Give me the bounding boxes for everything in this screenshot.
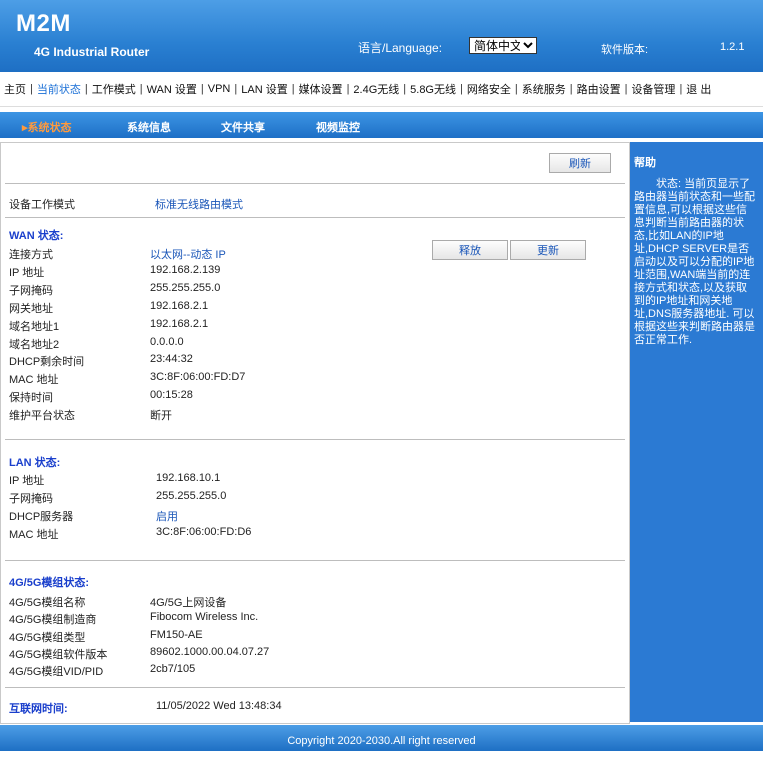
wan-row-value: 192.168.2.1 bbox=[150, 318, 209, 330]
menu-item-current-status[interactable]: 当前状态 bbox=[33, 81, 85, 97]
lan-row-value: 启用 bbox=[156, 511, 178, 523]
wan-section-title: WAN 状态: bbox=[9, 230, 64, 242]
wan-row-label: 子网掩码 bbox=[9, 285, 53, 297]
refresh-button[interactable]: 刷新 bbox=[549, 153, 611, 173]
help-text: 状态: 当前页显示了路由器当前状态和一些配置信息,可以根据这些信息判断当前路由器… bbox=[634, 178, 755, 346]
header-banner: M2M 4G Industrial Router 语言/Language: 简体… bbox=[0, 0, 763, 72]
module-row-value: 89602.1000.00.04.07.27 bbox=[150, 646, 270, 658]
module-row-value: 2cb7/105 bbox=[150, 663, 196, 675]
work-mode-value: 标准无线路由模式 bbox=[155, 199, 243, 211]
product-subtitle: 4G Industrial Router bbox=[34, 45, 150, 59]
tab-system-status[interactable]: ▸系统状态 bbox=[22, 119, 72, 135]
wan-row-value: 23:44:32 bbox=[150, 353, 193, 365]
help-title: 帮助 bbox=[634, 157, 656, 169]
wan-row-value: 以太网--动态 IP bbox=[150, 249, 226, 261]
menu-item-system-services[interactable]: 系统服务 bbox=[518, 81, 570, 97]
internet-time-label: 互联网时间: bbox=[9, 703, 68, 715]
module-row-label: 4G/5G模组制造商 bbox=[9, 614, 97, 626]
sub-navigation: ▸系统状态 系统信息 文件共享 视频监控 bbox=[0, 112, 763, 138]
divider bbox=[5, 183, 625, 184]
wan-row-label: 连接方式 bbox=[9, 249, 53, 261]
menu-item-vpn[interactable]: VPN bbox=[204, 83, 235, 95]
wan-row-value: 255.255.255.0 bbox=[150, 282, 221, 294]
renew-button[interactable]: 更新 bbox=[510, 240, 586, 260]
menu-item-device-management[interactable]: 设备管理 bbox=[627, 81, 679, 97]
status-panel: 刷新 设备工作模式 标准无线路由模式 WAN 状态: 释放 更新 连接方式 以太… bbox=[0, 142, 630, 724]
lan-row-label: IP 地址 bbox=[9, 475, 45, 487]
lan-section-title: LAN 状态: bbox=[9, 457, 61, 469]
wan-row-label: DHCP剩余时间 bbox=[9, 356, 85, 368]
release-button[interactable]: 释放 bbox=[432, 240, 508, 260]
lan-row-label: 子网掩码 bbox=[9, 493, 53, 505]
lan-row-value: 3C:8F:06:00:FD:D6 bbox=[156, 526, 252, 538]
wan-row-value: 192.168.2.139 bbox=[150, 264, 221, 276]
tab-video-monitoring[interactable]: 视频监控 bbox=[316, 119, 360, 135]
brand-logo: M2M bbox=[16, 10, 71, 37]
module-row-label: 4G/5G模组类型 bbox=[9, 632, 86, 644]
software-version-value: 1.2.1 bbox=[720, 41, 745, 53]
wan-row-value: 00:15:28 bbox=[150, 389, 193, 401]
wan-row-label: 网关地址 bbox=[9, 303, 53, 315]
menu-item-route-settings[interactable]: 路由设置 bbox=[573, 81, 625, 97]
internet-time-value: 11/05/2022 Wed 13:48:34 bbox=[156, 700, 282, 712]
wan-row-value: 3C:8F:06:00:FD:D7 bbox=[150, 371, 246, 383]
divider bbox=[5, 560, 625, 561]
menu-item-work-mode[interactable]: 工作模式 bbox=[88, 81, 140, 97]
divider bbox=[5, 439, 625, 440]
wan-row-label: 域名地址2 bbox=[9, 339, 60, 351]
language-select[interactable]: 简体中文 bbox=[469, 37, 537, 54]
wan-row-label: 域名地址1 bbox=[9, 321, 60, 333]
lan-row-value: 255.255.255.0 bbox=[156, 490, 227, 502]
module-row-value: FM150-AE bbox=[150, 629, 203, 641]
menu-item-lan-settings[interactable]: LAN 设置 bbox=[237, 81, 291, 97]
tab-file-sharing[interactable]: 文件共享 bbox=[221, 119, 265, 135]
menu-item-logout[interactable]: 退 出 bbox=[682, 81, 715, 97]
tab-system-info[interactable]: 系统信息 bbox=[127, 119, 171, 135]
wan-row-value: 192.168.2.1 bbox=[150, 300, 209, 312]
module-section-title: 4G/5G模组状态: bbox=[9, 577, 90, 589]
wan-row-value: 0.0.0.0 bbox=[150, 336, 184, 348]
wan-row-label: MAC 地址 bbox=[9, 374, 59, 386]
help-sidebar: 帮助 状态: 当前页显示了路由器当前状态和一些配置信息,可以根据这些信息判断当前… bbox=[630, 142, 763, 722]
menu-item-wan-settings[interactable]: WAN 设置 bbox=[143, 81, 201, 97]
lan-row-label: MAC 地址 bbox=[9, 529, 59, 541]
module-row-label: 4G/5G模组软件版本 bbox=[9, 649, 108, 661]
software-version-label: 软件版本: bbox=[601, 44, 649, 56]
menu-item-network-security[interactable]: 网络安全 bbox=[463, 81, 515, 97]
work-mode-label: 设备工作模式 bbox=[9, 199, 75, 211]
module-row-value: 4G/5G上网设备 bbox=[150, 597, 227, 609]
wan-row-label: IP 地址 bbox=[9, 267, 45, 279]
lan-row-label: DHCP服务器 bbox=[9, 511, 74, 523]
menu-item-media-settings[interactable]: 媒体设置 bbox=[295, 81, 347, 97]
module-row-value: Fibocom Wireless Inc. bbox=[150, 611, 259, 623]
divider bbox=[5, 687, 625, 688]
footer-copyright: Copyright 2020-2030.All right reserved bbox=[0, 725, 763, 751]
module-row-label: 4G/5G模组名称 bbox=[9, 597, 86, 609]
menu-item-home[interactable]: 主页 bbox=[0, 81, 30, 97]
menu-item-wireless-24g[interactable]: 2.4G无线 bbox=[349, 81, 403, 97]
module-row-label: 4G/5G模组VID/PID bbox=[9, 666, 104, 678]
menu-item-wireless-58g[interactable]: 5.8G无线 bbox=[406, 81, 460, 97]
wan-row-value: 断开 bbox=[150, 410, 172, 422]
divider bbox=[5, 217, 625, 218]
lan-row-value: 192.168.10.1 bbox=[156, 472, 221, 484]
wan-row-label: 维护平台状态 bbox=[9, 410, 75, 422]
wan-row-label: 保持时间 bbox=[9, 392, 53, 404]
language-label: 语言/Language: bbox=[358, 41, 443, 55]
main-menu: 主页 | 当前状态 | 工作模式 | WAN 设置 | VPN | LAN 设置 | 媒体设… bbox=[0, 72, 763, 107]
